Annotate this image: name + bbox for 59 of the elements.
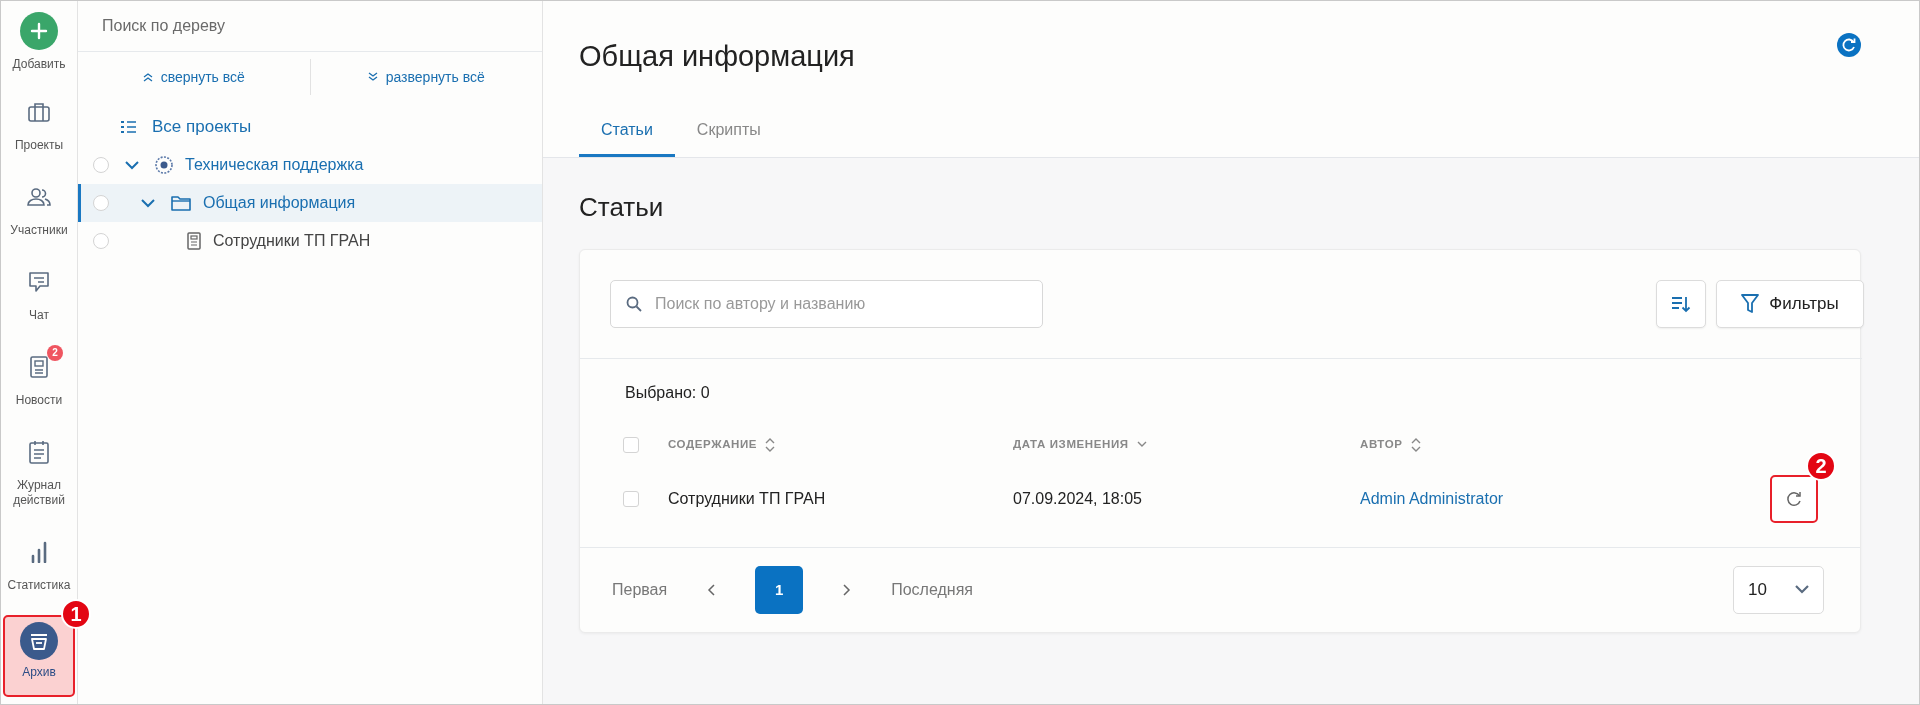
article-title: Сотрудники ТП ГРАН [668, 489, 826, 509]
tree-row[interactable]: Общая информация [78, 183, 542, 222]
first-page-link[interactable]: Первая [612, 578, 668, 602]
list-icon [120, 119, 136, 134]
search-field[interactable]: Поиск по автору и названию [610, 280, 1043, 328]
tree-row[interactable]: Техническая поддержка [78, 145, 542, 184]
page-button[interactable]: 1 [755, 566, 804, 614]
archive-icon [20, 622, 58, 660]
refresh-icon [1786, 491, 1802, 507]
last-page-link[interactable]: Последняя [891, 578, 973, 602]
row-checkbox[interactable] [623, 491, 639, 507]
select-all-checkbox[interactable] [623, 437, 639, 453]
sidebar-item[interactable]: Журнал действий [1, 426, 77, 526]
sort-icon [1671, 295, 1691, 313]
author-link[interactable]: Admin Administrator [1360, 487, 1504, 511]
chevron-left-icon [707, 584, 716, 596]
chat-icon [28, 271, 50, 293]
checkbox[interactable] [93, 194, 109, 211]
callout-marker: 2 [1806, 451, 1836, 481]
refresh-button[interactable] [1837, 32, 1861, 57]
document-icon [30, 356, 48, 378]
page-title: Общая информация [579, 39, 855, 74]
tab[interactable]: Статьи [579, 107, 675, 157]
tree-search-field[interactable]: Поиск по дереву [100, 13, 520, 39]
clipboard-icon [29, 440, 49, 464]
column-header[interactable]: АВТОР [1360, 405, 1770, 469]
double-chevron-down-icon [367, 72, 378, 82]
restore-button[interactable] [1770, 475, 1818, 523]
chevron-right-icon [843, 584, 852, 596]
document-icon [187, 231, 201, 250]
double-chevron-up-icon [142, 72, 153, 82]
sidebar-item[interactable]: Участники [1, 171, 77, 256]
count-badge: 2 [47, 345, 63, 361]
sort-button[interactable] [1656, 280, 1706, 328]
sidebar-item[interactable]: Проекты [1, 86, 77, 171]
people-icon [27, 187, 51, 207]
column-header[interactable]: СОДЕРЖАНИЕ [668, 405, 1013, 469]
tree-row[interactable]: Сотрудники ТП ГРАН [78, 221, 542, 260]
folder-icon [171, 194, 191, 211]
add-icon [20, 12, 58, 50]
sidebar-item[interactable]: Добавить [1, 13, 77, 86]
briefcase-icon [28, 102, 50, 122]
bar-chart-icon [30, 541, 48, 563]
filter-icon [1741, 294, 1760, 314]
column-header[interactable]: ДАТА ИЗМЕНЕНИЯ [1013, 405, 1360, 469]
tab[interactable]: Скрипты [674, 107, 783, 157]
expand-all-link[interactable]: развернуть всё [367, 66, 485, 88]
section-title: Статьи [579, 191, 665, 223]
filter-button[interactable]: Фильтры [1716, 280, 1864, 328]
chevron-down-icon [1795, 585, 1809, 595]
checkbox[interactable] [93, 232, 109, 249]
selected-count: Выбрано: 0 [624, 383, 711, 403]
modified-date: 07.09.2024, 18:05 [1013, 489, 1142, 509]
all-projects-link[interactable]: Все проекты [152, 114, 252, 140]
sidebar-item[interactable]: Чат [1, 256, 77, 341]
page-size-select[interactable]: 10 [1733, 566, 1824, 614]
checkbox[interactable] [93, 156, 109, 173]
sidebar-item[interactable]: Новости 2 [1, 341, 77, 426]
collapse-all-link[interactable]: свернуть всё [142, 66, 245, 88]
